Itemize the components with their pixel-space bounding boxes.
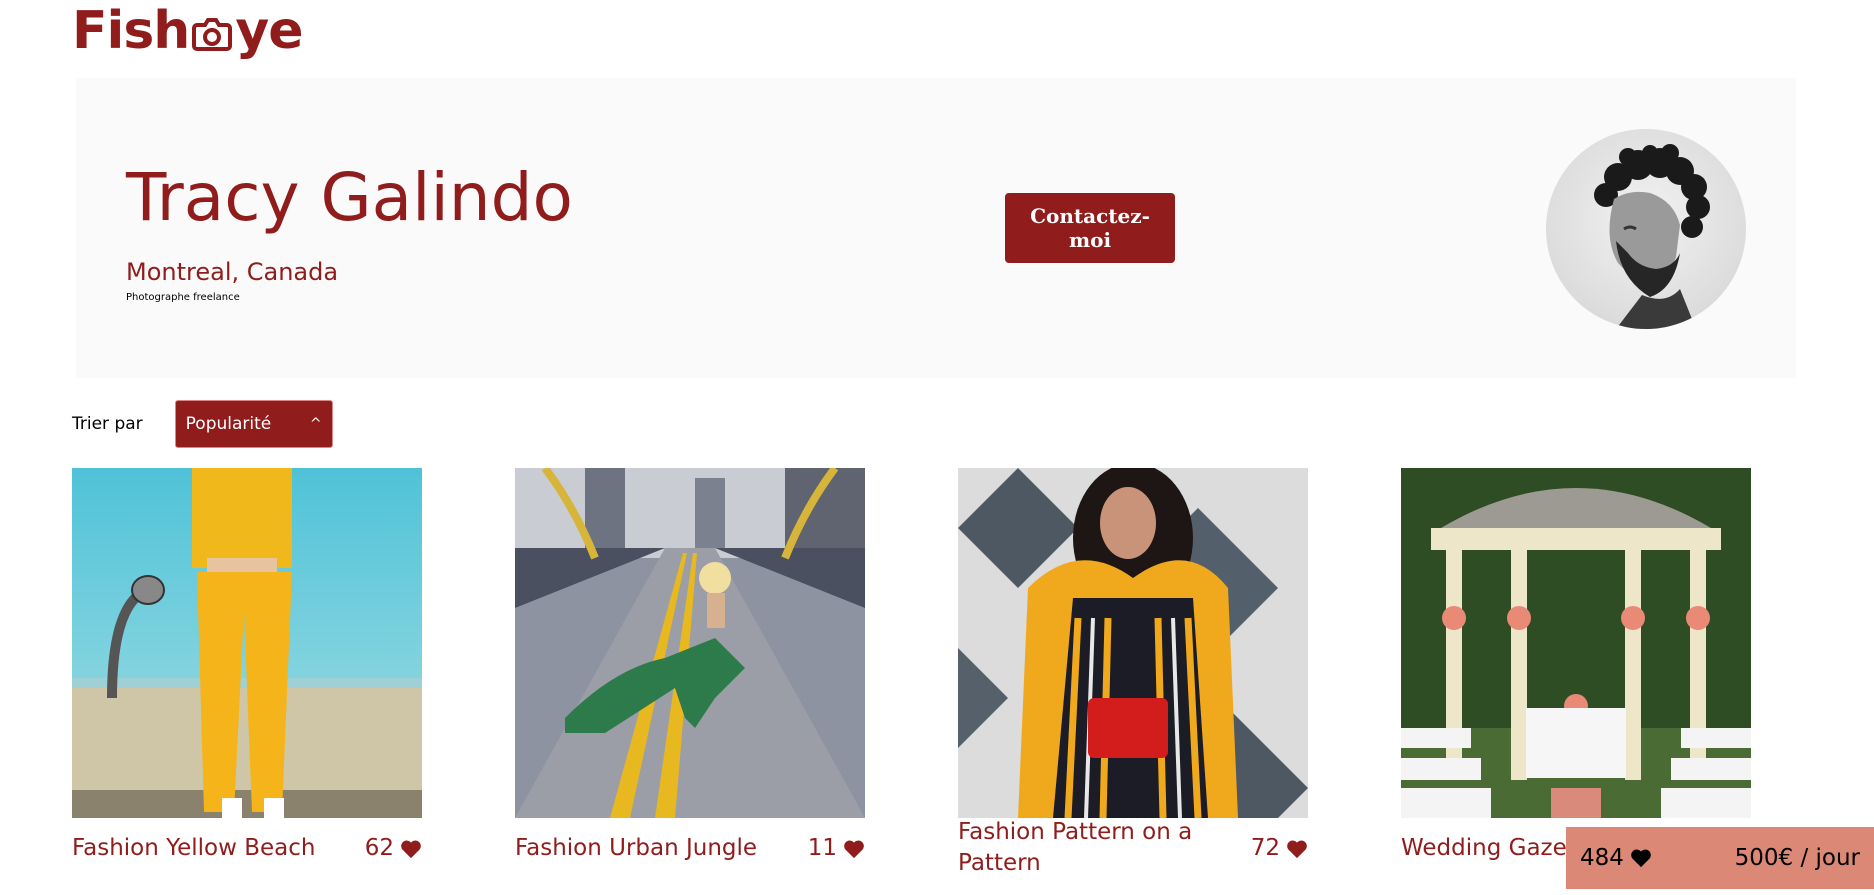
media-thumbnail[interactable] xyxy=(958,468,1308,818)
heart-icon xyxy=(401,840,421,858)
media-card: Wedding Gazebo xyxy=(1401,468,1751,861)
sort-selected-value: Popularité xyxy=(185,414,272,434)
sort-controls: Trier par Popularité ^ xyxy=(72,400,333,448)
like-count: 72 xyxy=(1250,835,1280,861)
photographer-header: Tracy Galindo Montreal, Canada Photograp… xyxy=(76,78,1796,378)
media-card: Fashion Pattern on a Pattern 72 xyxy=(958,468,1308,876)
chevron-up-icon: ^ xyxy=(309,416,322,432)
media-thumbnail[interactable] xyxy=(1401,468,1751,818)
daily-price: 500€ / jour xyxy=(1734,845,1860,871)
total-likes: 484 xyxy=(1580,845,1652,871)
media-title: Fashion Urban Jungle xyxy=(515,835,758,861)
media-title: Fashion Pattern on a Pattern xyxy=(958,819,1193,876)
heart-icon xyxy=(1631,849,1651,868)
avatar xyxy=(1546,129,1746,329)
like-button[interactable]: 72 xyxy=(1251,833,1308,864)
media-thumbnail[interactable] xyxy=(72,468,422,818)
media-card: Fashion Yellow Beach 62 xyxy=(72,468,422,861)
logo-text-end: ye xyxy=(235,1,303,61)
contact-button[interactable]: Contactez-moi xyxy=(1005,193,1175,263)
portrait-image xyxy=(1594,144,1710,329)
heart-icon xyxy=(844,840,864,858)
fisheye-logo[interactable]: Fish ye xyxy=(72,1,304,61)
media-card: Fashion Urban Jungle 11 xyxy=(515,468,865,861)
media-title: Fashion Yellow Beach xyxy=(72,835,316,861)
photographer-name: Tracy Galindo xyxy=(126,159,573,236)
media-thumbnail[interactable] xyxy=(515,468,865,818)
heart-icon xyxy=(1287,840,1307,858)
stats-footer: 484 500€ / jour xyxy=(1566,827,1874,889)
sort-dropdown[interactable]: Popularité ^ xyxy=(174,400,333,448)
camera-icon xyxy=(192,18,233,51)
sort-label: Trier par xyxy=(72,414,143,434)
like-count: 62 xyxy=(364,835,394,861)
photographer-tagline: Photographe freelance xyxy=(126,292,240,303)
like-count: 11 xyxy=(807,835,837,861)
photographer-location: Montreal, Canada xyxy=(126,258,339,286)
like-button[interactable]: 62 xyxy=(365,833,422,864)
total-likes-count: 484 xyxy=(1580,845,1624,871)
logo-text-start: Fish xyxy=(72,1,190,61)
like-button[interactable]: 11 xyxy=(808,833,865,864)
